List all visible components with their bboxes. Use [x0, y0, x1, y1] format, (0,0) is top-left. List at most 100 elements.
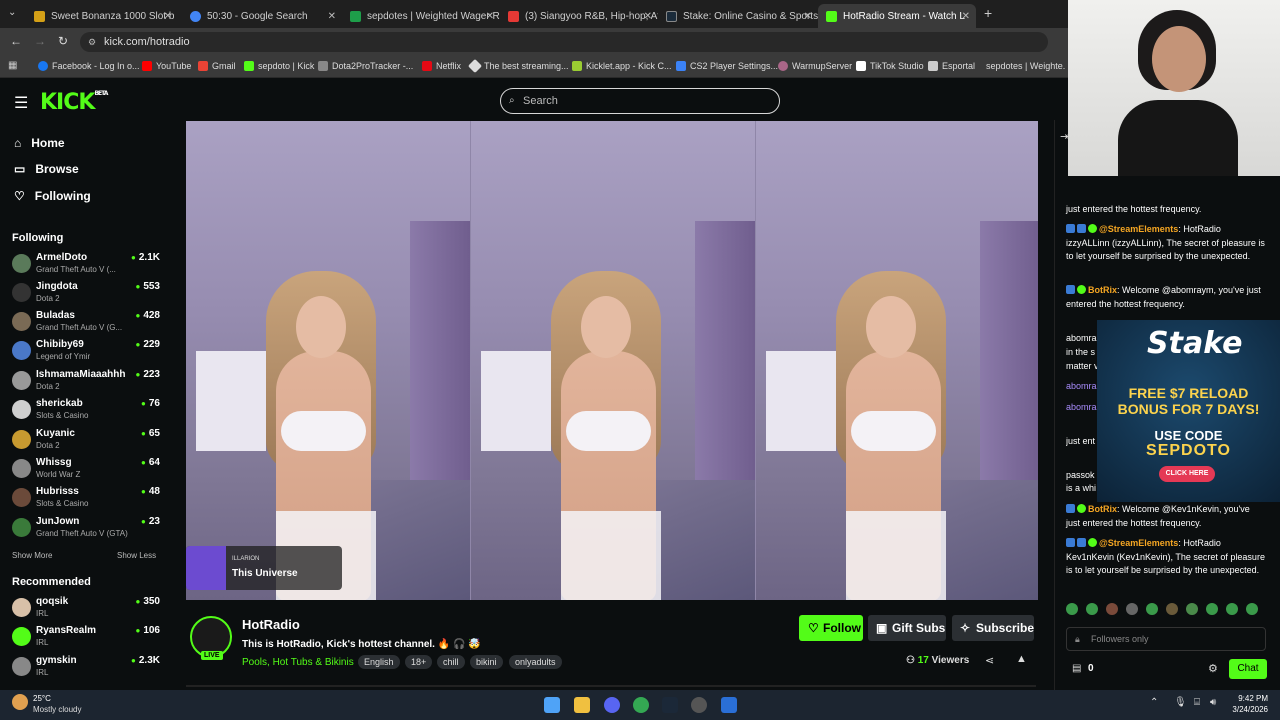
new-tab-icon[interactable]: + [984, 5, 992, 21]
reload-icon[interactable]: ↻ [58, 34, 68, 48]
ad-cta-button[interactable]: CLICK HERE [1159, 466, 1215, 482]
sidebar-channel[interactable]: IshmamaMiaaahhh Dota 2 223 [12, 369, 160, 395]
forward-icon[interactable]: → [34, 34, 46, 48]
address-bar[interactable]: ⚙ kick.com/hotradio [80, 32, 1048, 52]
sidebar-channel[interactable]: ArmelDoto Grand Theft Auto V (... 2.1K [12, 252, 160, 278]
close-icon[interactable]: ✕ [328, 11, 336, 22]
sidebar-channel[interactable]: Whissg World War Z 64 [12, 457, 160, 483]
bookmark[interactable]: WarmupServer [778, 61, 852, 71]
sidebar-channel[interactable]: qoqsik IRL 350 [12, 596, 160, 622]
nav-following[interactable]: ♡ Following [14, 189, 91, 203]
gift-subs-button[interactable]: ▣ Gift Subs [868, 615, 946, 641]
share-icon[interactable]: ⋖ [985, 654, 994, 667]
tray-icon[interactable]: ⌃ [1150, 697, 1158, 708]
browser-tab[interactable]: 50:30 - Google Search ✕ [182, 4, 342, 28]
follow-button[interactable]: ♡ Follow [799, 615, 863, 641]
show-less-link[interactable]: Show Less [117, 551, 156, 560]
mic-icon[interactable]: 🎙︎ [1174, 697, 1187, 708]
channel-title[interactable]: HotRadio [242, 617, 300, 632]
sidebar-channel[interactable]: RyansRealm IRL 106 [12, 625, 160, 651]
bookmark[interactable]: Dota2ProTracker -... [318, 61, 413, 71]
sidebar-channel[interactable]: Chibiby69 Legend of Ymir 229 [12, 339, 160, 365]
channel-category[interactable]: Pools, Hot Tubs & Bikinis [242, 657, 354, 668]
report-icon[interactable]: ▲ [1016, 653, 1027, 665]
chat-input[interactable]: 🔒︎ Followers only [1066, 627, 1266, 651]
nav-home[interactable]: ⌂ Home [14, 136, 65, 150]
emote-icon[interactable] [1206, 603, 1218, 615]
app-icon[interactable] [691, 697, 707, 713]
tab-search-icon[interactable]: ⌄ [8, 7, 16, 18]
browser-tab[interactable]: Sweet Bonanza 1000 Slot b ✕ [26, 4, 178, 28]
show-more-link[interactable]: Show More [12, 551, 52, 560]
close-icon[interactable]: ✕ [804, 11, 812, 22]
tag[interactable]: 18+ [405, 655, 433, 669]
start-icon[interactable] [544, 697, 560, 713]
browser-tab[interactable]: Stake: Online Casino & Sports ✕ [658, 4, 818, 28]
emote-icon[interactable] [1066, 603, 1078, 615]
network-icon[interactable]: ⌸ [1194, 697, 1200, 708]
chrome-icon[interactable] [633, 697, 649, 713]
weather-icon[interactable] [12, 694, 28, 710]
points-icon[interactable]: ▤ [1072, 663, 1081, 674]
nav-browse[interactable]: ▭ Browse [14, 162, 79, 176]
clock-time[interactable]: 9:42 PM [1222, 694, 1268, 703]
search-input[interactable]: ⌕ Search [500, 88, 780, 114]
sidebar-channel[interactable]: Hubrisss Slots & Casino 48 [12, 486, 160, 512]
chat-username[interactable]: @StreamElements [1099, 224, 1178, 234]
chat-username[interactable]: @StreamElements [1099, 538, 1178, 548]
menu-icon[interactable]: ☰ [14, 93, 28, 113]
emote-icon[interactable] [1086, 603, 1098, 615]
browser-tab[interactable]: (3) Siangyoo R&B, Hip-hop, Afr ✕ [500, 4, 658, 28]
emote-icon[interactable] [1246, 603, 1258, 615]
emote-icon[interactable] [1146, 603, 1158, 615]
steam-icon[interactable] [662, 697, 678, 713]
sidebar-channel[interactable]: Buladas Grand Theft Auto V (G... 428 [12, 310, 160, 336]
stake-ad-overlay[interactable]: Stake FREE $7 RELOAD BONUS FOR 7 DAYS! U… [1097, 320, 1280, 502]
weather-temp[interactable]: 25°C [33, 694, 51, 703]
sidebar-channel[interactable]: gymskin IRL 2.3K [12, 655, 160, 681]
chat-username[interactable]: BotRix [1088, 504, 1117, 514]
emote-icon[interactable] [1186, 603, 1198, 615]
volume-icon[interactable]: 🔊︎ [1210, 697, 1216, 708]
sidebar-channel[interactable]: Kuyanic Dota 2 65 [12, 428, 160, 454]
tag[interactable]: English [358, 655, 400, 669]
sidebar-channel[interactable]: JunJown Grand Theft Auto V (GTA) 23 [12, 516, 160, 542]
settings-gear-icon[interactable]: ⚙ [1208, 662, 1218, 675]
browser-tab-active[interactable]: HotRadio Stream - Watch L ✕ [818, 4, 976, 28]
app-icon[interactable] [721, 697, 737, 713]
weather-desc[interactable]: Mostly cloudy [33, 705, 81, 714]
close-icon[interactable]: ✕ [486, 11, 494, 22]
back-icon[interactable]: ← [10, 34, 22, 48]
bookmark[interactable]: The best streaming... [467, 58, 569, 74]
bookmark[interactable]: Kicklet.app - Kick C... [572, 61, 672, 71]
close-icon[interactable]: ✕ [962, 11, 970, 22]
emote-icon[interactable] [1226, 603, 1238, 615]
emote-icon[interactable] [1166, 603, 1178, 615]
bookmark[interactable]: Esportal [928, 61, 975, 71]
bookmark[interactable]: Gmail [198, 61, 236, 71]
clock-date[interactable]: 3/24/2026 [1222, 705, 1268, 714]
bookmark[interactable]: YouTube [142, 61, 191, 71]
browser-tab[interactable]: sepdotes | Weighted Wager Ra ✕ [342, 4, 500, 28]
kick-logo[interactable]: KICKBETA [40, 90, 108, 115]
emote-icon[interactable] [1106, 603, 1118, 615]
close-icon[interactable]: ✕ [644, 11, 652, 22]
file-explorer-icon[interactable] [574, 697, 590, 713]
apps-grid-icon[interactable]: ▦ [8, 60, 17, 71]
tag[interactable]: bikini [470, 655, 503, 669]
sidebar-channel[interactable]: sherickab Slots & Casino 76 [12, 398, 160, 424]
sidebar-channel[interactable]: Jingdota Dota 2 553 [12, 281, 160, 307]
bookmark[interactable]: TikTok Studio [856, 61, 924, 71]
emote-icon[interactable] [1126, 603, 1138, 615]
discord-icon[interactable] [604, 697, 620, 713]
subscribe-button[interactable]: ✧ Subscribe [952, 615, 1034, 641]
channel-avatar[interactable]: LIVE [190, 616, 232, 660]
tag[interactable]: onlyadults [509, 655, 562, 669]
tag[interactable]: chill [437, 655, 465, 669]
bookmark[interactable]: sepdotes | Weighte... [982, 61, 1066, 71]
bookmark[interactable]: Netflix [422, 61, 461, 71]
close-icon[interactable]: ✕ [164, 11, 172, 22]
bookmark[interactable]: CS2 Player Settings... [676, 61, 778, 71]
chat-send-button[interactable]: Chat [1229, 659, 1267, 679]
site-info-icon[interactable]: ⚙ [88, 32, 96, 52]
